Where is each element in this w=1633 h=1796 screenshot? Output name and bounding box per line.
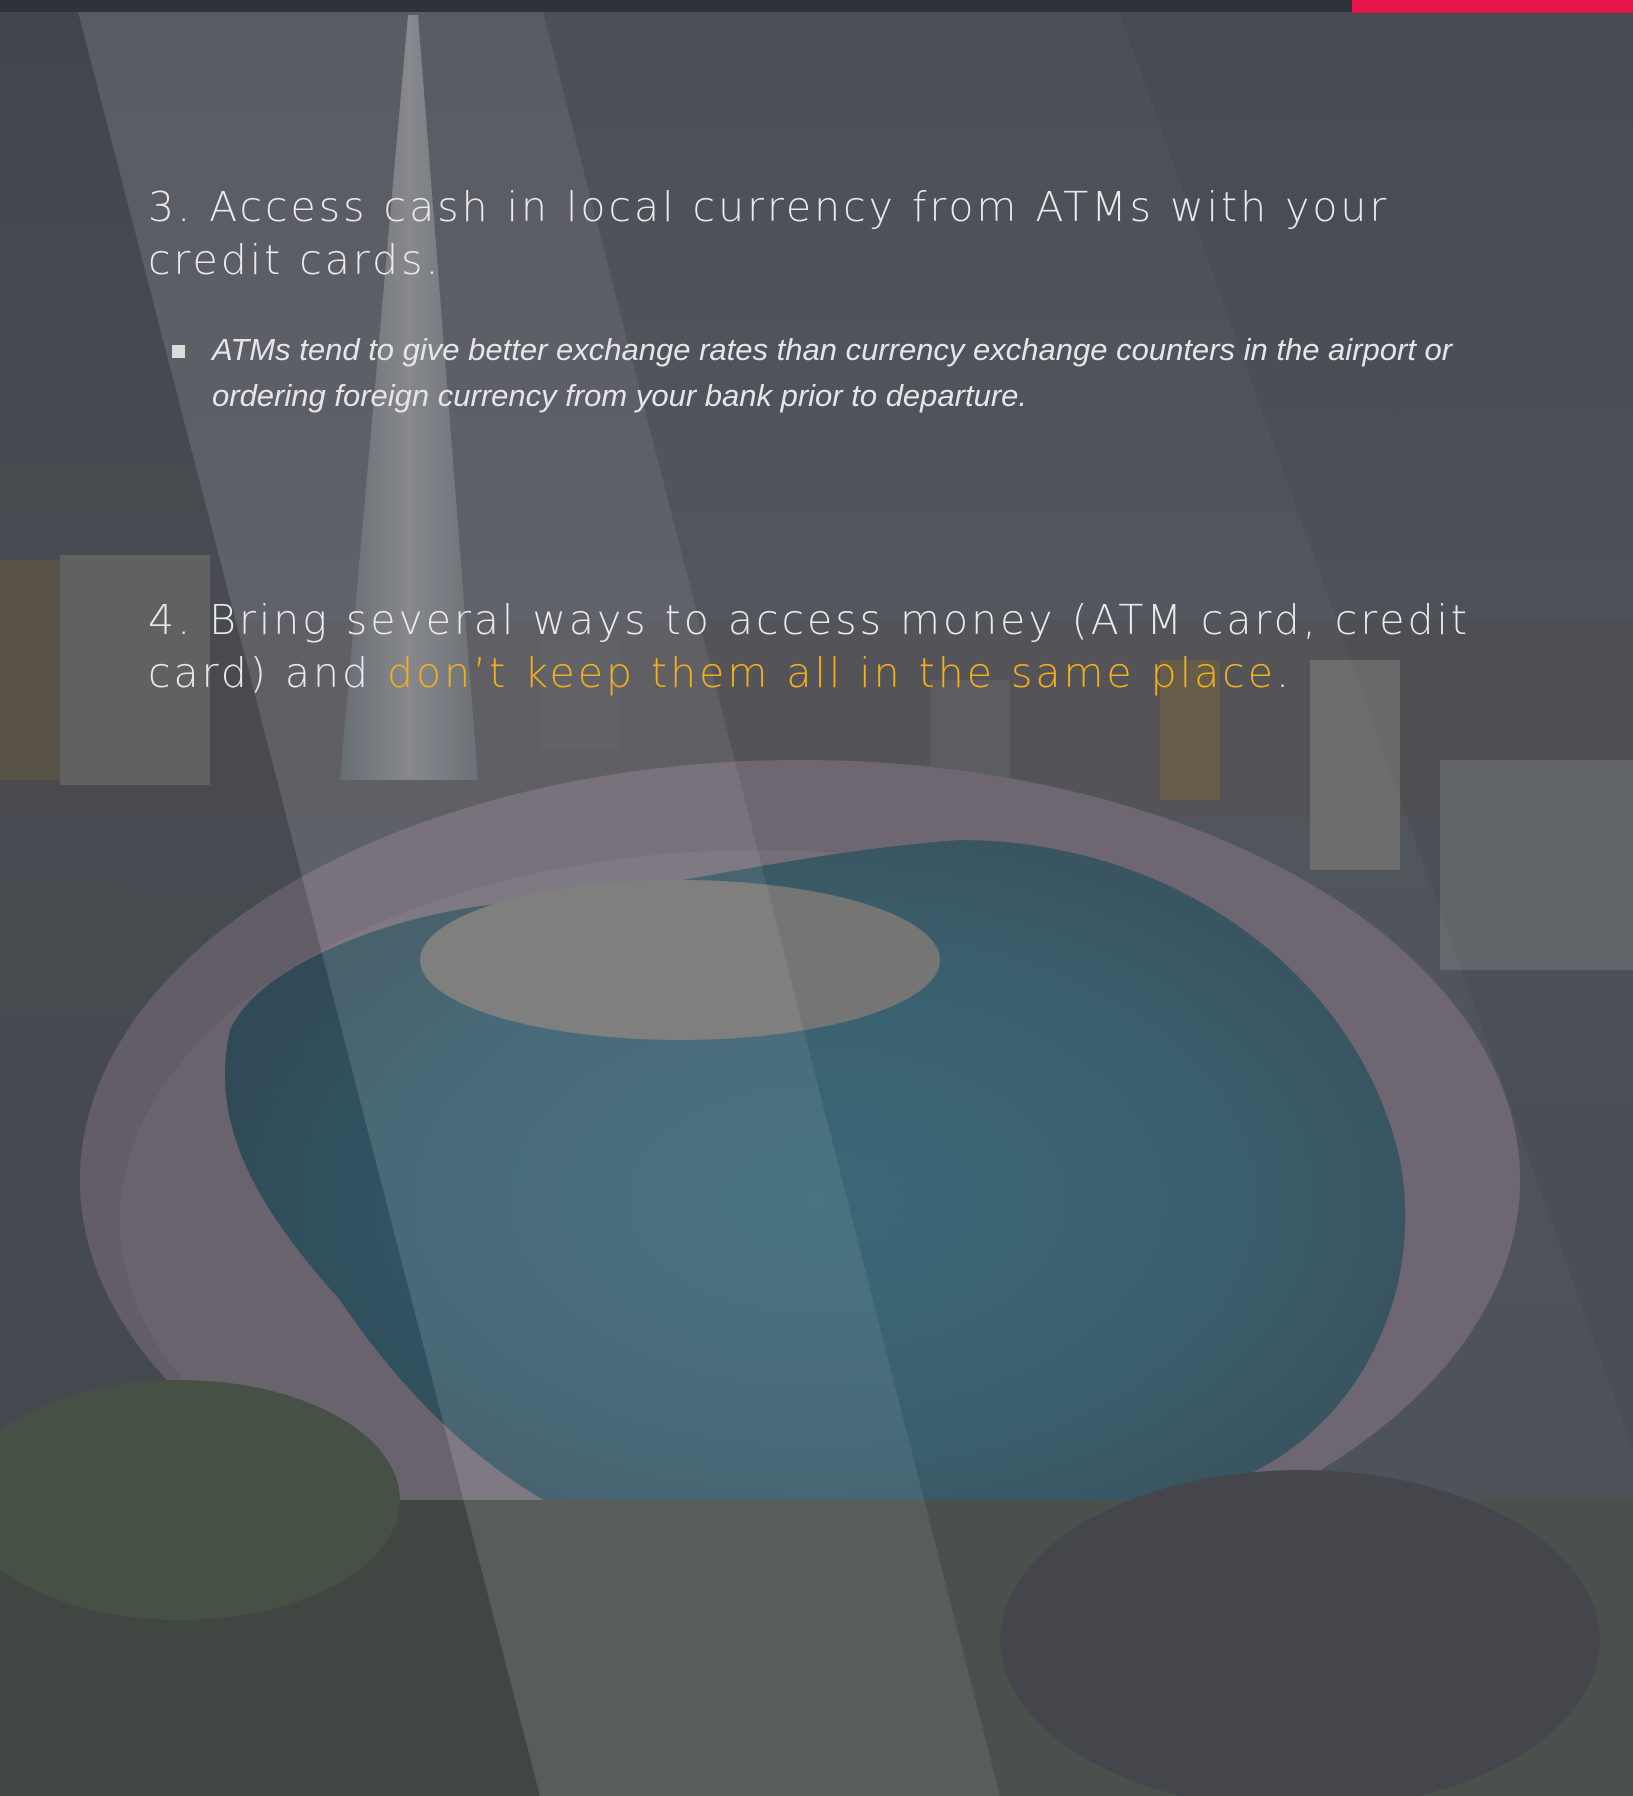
tip-3-bullet-text: ATMs tend to give better exchange rates … [212, 332, 1453, 413]
top-accent-bar [1352, 0, 1633, 13]
tip-4-heading-highlight: don’t keep them all in the same place [387, 649, 1276, 697]
slide: 3. Access cash in local currency from AT… [0, 0, 1633, 1796]
square-bullet-icon [172, 345, 185, 358]
tip-3-heading: 3. Access cash in local currency from AT… [148, 183, 1390, 284]
tip-4-heading: 4. Bring several ways to access money (A… [148, 594, 1478, 700]
tip-4-heading-suffix: . [1275, 649, 1293, 697]
